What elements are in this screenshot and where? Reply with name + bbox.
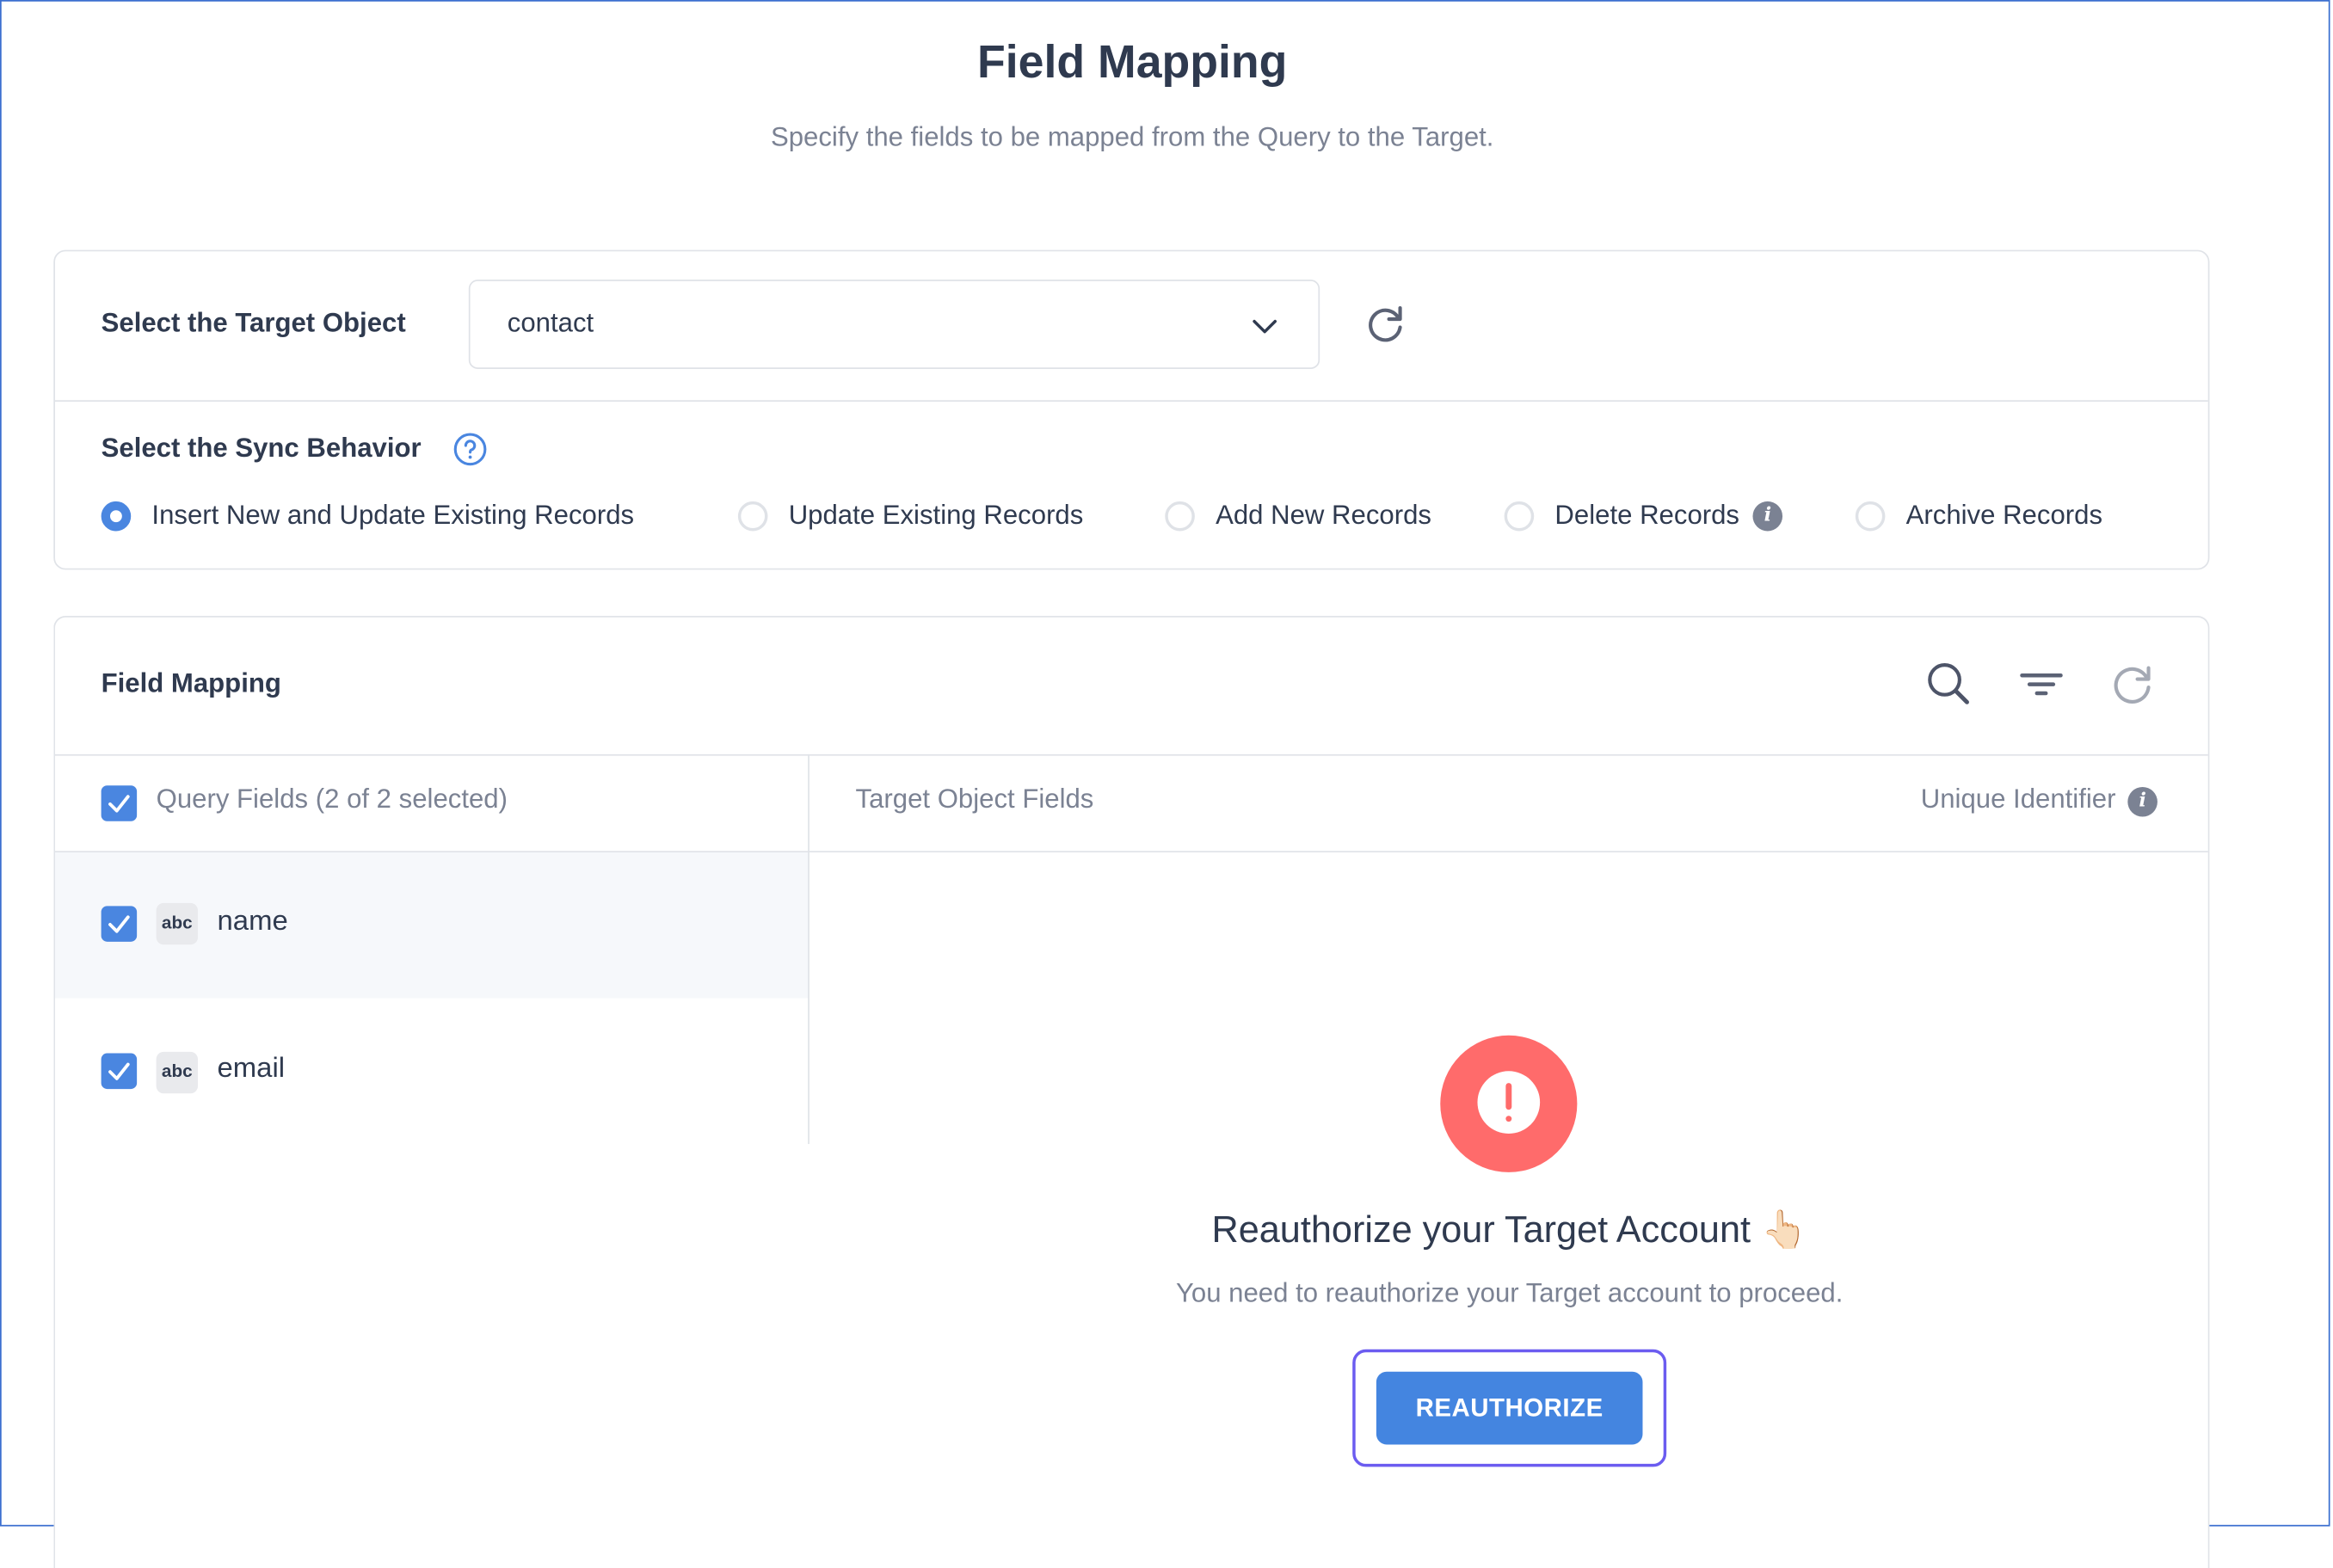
list-item[interactable]: abc name [54, 852, 809, 999]
row-checkbox[interactable] [101, 906, 138, 942]
field-name: name [217, 906, 288, 938]
refresh-icon[interactable] [2108, 659, 2159, 710]
target-object-value: contact [507, 308, 594, 338]
section-divider [54, 400, 2208, 402]
radio-empty-dot [737, 501, 768, 531]
column-divider [808, 753, 809, 1145]
radio-empty-dot [1504, 501, 1535, 531]
page-title: Field Mapping [977, 35, 1288, 89]
radio-label: Add New Records [1216, 500, 1432, 530]
unique-identifier-header: Unique Identifier [1920, 784, 2116, 815]
text-type-badge: abc [156, 1051, 199, 1094]
check-icon [108, 1062, 130, 1080]
field-mapping-card: Field Mapping Query Fields (2 of 2 selec… [53, 616, 2210, 1568]
radio-label: Archive Records [1905, 500, 2103, 530]
reauthorize-title: Reauthorize your Target Account 👆🏻 [1211, 1209, 1807, 1251]
check-icon [108, 915, 130, 933]
page-subtitle: Specify the fields to be mapped from the… [770, 121, 1494, 152]
refresh-target-objects-icon[interactable] [1362, 300, 1409, 347]
sync-behavior-label: Select the Sync Behavior [101, 433, 422, 463]
target-object-label: Select the Target Object [101, 308, 406, 338]
check-icon [108, 795, 130, 813]
radio-insert-update[interactable]: Insert New and Update Existing Records [101, 500, 635, 531]
reauthorize-button[interactable]: REAUTHORIZE [1376, 1371, 1643, 1445]
target-fields-header: Target Object Fields [855, 784, 1094, 815]
query-fields-header: Query Fields (2 of 2 selected) [156, 784, 508, 815]
radio-archive[interactable]: Archive Records [1855, 500, 2103, 531]
question-circle-icon[interactable] [452, 432, 489, 468]
field-mapping-page: Field Mapping Specify the fields to be m… [0, 0, 2333, 1568]
target-object-select[interactable]: contact [468, 280, 1320, 369]
radio-label: Delete Records [1554, 500, 1740, 530]
target-settings-card: Select the Target Object contact Select … [53, 249, 2210, 570]
filter-icon[interactable] [2016, 659, 2067, 710]
radio-add-new[interactable]: Add New Records [1165, 500, 1431, 531]
text-type-badge: abc [156, 902, 199, 945]
radio-delete[interactable]: Delete Records i [1504, 500, 1783, 531]
reauthorize-message: You need to reauthorize your Target acco… [1175, 1277, 1844, 1308]
radio-empty-dot [1165, 501, 1195, 531]
radio-update-existing[interactable]: Update Existing Records [737, 500, 1084, 531]
field-mapping-title: Field Mapping [101, 667, 281, 698]
radio-label: Update Existing Records [788, 500, 1084, 530]
error-alert-icon [1440, 1035, 1578, 1172]
radio-empty-dot [1855, 501, 1886, 531]
header-divider [54, 753, 2208, 756]
radio-selected-dot [101, 501, 132, 531]
radio-label: Insert New and Update Existing Records [151, 500, 635, 530]
field-name: email [217, 1053, 286, 1085]
list-item[interactable]: abc email [54, 998, 809, 1145]
search-icon[interactable] [1924, 659, 1974, 710]
info-icon[interactable]: i [1752, 501, 1783, 531]
row-checkbox[interactable] [101, 1053, 138, 1090]
info-icon[interactable]: i [2127, 786, 2158, 817]
chevron-down-icon [1253, 319, 1277, 334]
select-all-checkbox[interactable] [101, 785, 138, 821]
